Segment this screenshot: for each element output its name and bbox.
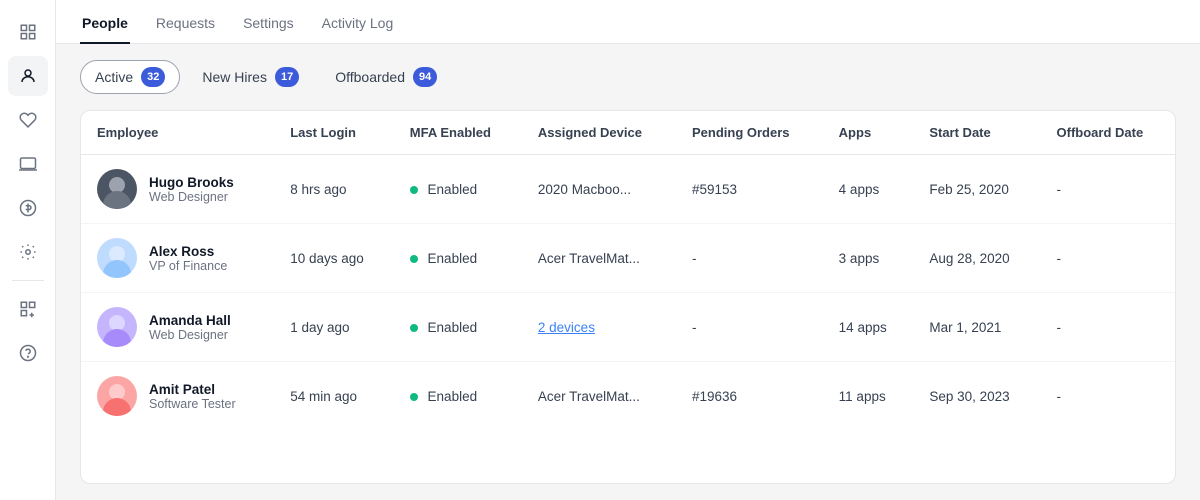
table-row: Amanda Hall Web Designer 1 day ago Enabl… <box>81 293 1175 362</box>
main-content: People Requests Settings Activity Log Ac… <box>56 0 1200 500</box>
employee-cell-0: Hugo Brooks Web Designer <box>81 155 274 224</box>
device-text: 2020 Macboo... <box>538 182 631 197</box>
mfa-status: Enabled <box>428 251 478 266</box>
start-date-cell: Mar 1, 2021 <box>913 293 1040 362</box>
filter-new-hires-label: New Hires <box>202 69 267 85</box>
apps-cell: 3 apps <box>823 224 914 293</box>
tab-activity-log[interactable]: Activity Log <box>320 4 396 44</box>
avatar <box>97 169 137 209</box>
device-link[interactable]: 2 devices <box>538 320 595 335</box>
device-cell: 2020 Macboo... <box>522 155 676 224</box>
apps-add-icon[interactable] <box>8 289 48 329</box>
start-date-cell: Aug 28, 2020 <box>913 224 1040 293</box>
employee-cell-1: Alex Ross VP of Finance <box>81 224 274 293</box>
mfa-status: Enabled <box>428 389 478 404</box>
mfa-cell: Enabled <box>394 293 522 362</box>
employee-table: Employee Last Login MFA Enabled Assigned… <box>81 111 1175 430</box>
grid-icon[interactable] <box>8 12 48 52</box>
filter-bar: Active 32 New Hires 17 Offboarded 94 <box>56 44 1200 110</box>
avatar <box>97 307 137 347</box>
offboard-date-cell: - <box>1041 362 1175 431</box>
table-row: Amit Patel Software Tester 54 min ago En… <box>81 362 1175 431</box>
mfa-dot <box>410 186 418 194</box>
col-orders: Pending Orders <box>676 111 823 155</box>
filter-active-label: Active <box>95 69 133 85</box>
orders-cell: - <box>676 224 823 293</box>
col-mfa: MFA Enabled <box>394 111 522 155</box>
employee-role: Web Designer <box>149 190 234 204</box>
employee-role: Web Designer <box>149 328 231 342</box>
avatar <box>97 376 137 416</box>
start-date-cell: Sep 30, 2023 <box>913 362 1040 431</box>
employee-name: Alex Ross <box>149 244 227 259</box>
last-login-cell: 8 hrs ago <box>274 155 394 224</box>
tab-settings[interactable]: Settings <box>241 4 296 44</box>
device-cell: Acer TravelMat... <box>522 362 676 431</box>
col-offboard-date: Offboard Date <box>1041 111 1175 155</box>
employee-table-container: Employee Last Login MFA Enabled Assigned… <box>80 110 1176 484</box>
mfa-dot <box>410 255 418 263</box>
mfa-status: Enabled <box>428 320 478 335</box>
filter-offboarded-label: Offboarded <box>335 69 405 85</box>
gear-icon[interactable] <box>8 232 48 272</box>
filter-active[interactable]: Active 32 <box>80 60 180 94</box>
col-last-login: Last Login <box>274 111 394 155</box>
last-login-cell: 1 day ago <box>274 293 394 362</box>
mfa-cell: Enabled <box>394 224 522 293</box>
mfa-dot <box>410 393 418 401</box>
dollar-icon[interactable] <box>8 188 48 228</box>
last-login-cell: 54 min ago <box>274 362 394 431</box>
col-employee: Employee <box>81 111 274 155</box>
apps-cell: 11 apps <box>823 362 914 431</box>
tab-requests[interactable]: Requests <box>154 4 217 44</box>
filter-new-hires-badge: 17 <box>275 67 299 87</box>
top-nav: People Requests Settings Activity Log <box>56 0 1200 44</box>
question-icon[interactable] <box>8 333 48 373</box>
offboard-date-cell: - <box>1041 224 1175 293</box>
orders-cell: #59153 <box>676 155 823 224</box>
table-header-row: Employee Last Login MFA Enabled Assigned… <box>81 111 1175 155</box>
offboard-date-cell: - <box>1041 155 1175 224</box>
offboard-date-cell: - <box>1041 293 1175 362</box>
employee-cell-2: Amanda Hall Web Designer <box>81 293 274 362</box>
table-row: Alex Ross VP of Finance 10 days ago Enab… <box>81 224 1175 293</box>
device-text: Acer TravelMat... <box>538 389 640 404</box>
tab-people[interactable]: People <box>80 4 130 44</box>
heart-icon[interactable] <box>8 100 48 140</box>
mfa-cell: Enabled <box>394 155 522 224</box>
employee-name: Amanda Hall <box>149 313 231 328</box>
filter-offboarded-badge: 94 <box>413 67 437 87</box>
filter-offboarded[interactable]: Offboarded 94 <box>321 61 451 93</box>
employee-role: Software Tester <box>149 397 236 411</box>
last-login-cell: 10 days ago <box>274 224 394 293</box>
mfa-dot <box>410 324 418 332</box>
mfa-status: Enabled <box>428 182 478 197</box>
table-row: Hugo Brooks Web Designer 8 hrs ago Enabl… <box>81 155 1175 224</box>
device-cell: 2 devices <box>522 293 676 362</box>
sidebar-divider <box>12 280 44 281</box>
employee-name: Amit Patel <box>149 382 236 397</box>
laptop-icon[interactable] <box>8 144 48 184</box>
apps-cell: 14 apps <box>823 293 914 362</box>
orders-cell: #19636 <box>676 362 823 431</box>
employee-cell-3: Amit Patel Software Tester <box>81 362 274 431</box>
filter-active-badge: 32 <box>141 67 165 87</box>
orders-cell: - <box>676 293 823 362</box>
employee-name: Hugo Brooks <box>149 175 234 190</box>
sidebar <box>0 0 56 500</box>
col-device: Assigned Device <box>522 111 676 155</box>
employee-role: VP of Finance <box>149 259 227 273</box>
device-text: Acer TravelMat... <box>538 251 640 266</box>
col-start-date: Start Date <box>913 111 1040 155</box>
start-date-cell: Feb 25, 2020 <box>913 155 1040 224</box>
avatar <box>97 238 137 278</box>
mfa-cell: Enabled <box>394 362 522 431</box>
device-cell: Acer TravelMat... <box>522 224 676 293</box>
col-apps: Apps <box>823 111 914 155</box>
filter-new-hires[interactable]: New Hires 17 <box>188 61 313 93</box>
apps-cell: 4 apps <box>823 155 914 224</box>
people-icon[interactable] <box>8 56 48 96</box>
